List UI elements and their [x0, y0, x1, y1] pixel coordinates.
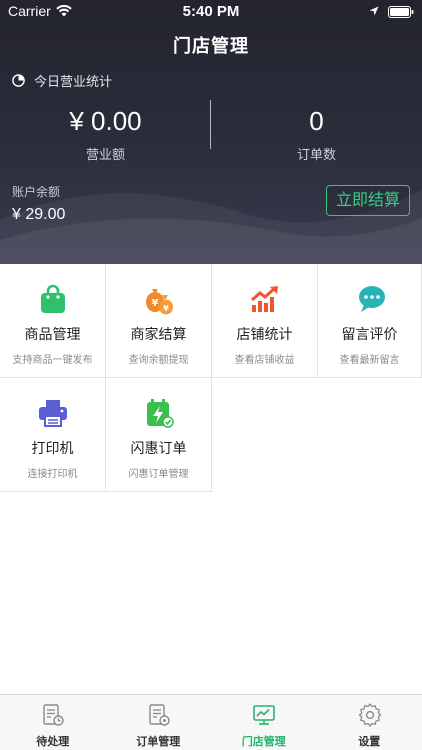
grid-item-reviews[interactable]: 留言评价 查看最新留言: [318, 264, 422, 378]
revenue-label: 营业额: [85, 148, 125, 163]
balance-label: 账户余额: [12, 185, 61, 199]
chat-bubbles-icon: [359, 286, 385, 312]
stats-heading: 今日营业统计: [12, 71, 113, 90]
grid-item-name: 闪惠订单: [130, 441, 187, 457]
grid-item-name: 店铺统计: [236, 327, 293, 343]
trend-chart-icon: [251, 286, 278, 312]
grid-item-desc: 查看最新留言: [339, 355, 400, 366]
grid-item-product-management[interactable]: 商品管理 支持商品一键发布: [0, 264, 106, 378]
grid-item-desc: 连接打印机: [27, 469, 78, 480]
grid-item-desc: 闪惠订单管理: [128, 469, 189, 480]
grid-item-merchant-settlement[interactable]: ¥ ¥ 商家结算 查询余额提现: [106, 264, 212, 378]
tab-label: 待处理: [36, 735, 70, 748]
settle-now-button[interactable]: 立即结算: [326, 185, 410, 216]
tab-store-management[interactable]: 门店管理: [211, 695, 317, 750]
tab-order-management[interactable]: 订单管理: [106, 695, 212, 750]
revenue-stat: ¥ 0.00 营业额: [0, 104, 211, 163]
pie-chart-icon: [12, 73, 25, 87]
grid-item-desc: 查询余额提现: [128, 355, 189, 366]
store-monitor-icon: [253, 705, 275, 725]
grid-item-store-statistics[interactable]: 店铺统计 查看店铺收益: [212, 264, 318, 378]
grid-item-desc: 查看店铺收益: [234, 355, 295, 366]
grid-item-flash-orders[interactable]: 闪惠订单 闪惠订单管理: [106, 378, 212, 492]
tab-label: 门店管理: [241, 735, 286, 748]
tab-label: 订单管理: [136, 735, 181, 748]
grid-item-desc: 支持商品一键发布: [12, 355, 93, 366]
status-time: 5:40 PM: [182, 3, 240, 20]
pending-document-icon: [43, 704, 64, 726]
status-bar: Carrier 5:40 PM: [0, 0, 422, 24]
tab-settings[interactable]: 设置: [317, 695, 422, 750]
settings-gear-icon: [358, 703, 381, 727]
balance-value: ¥ 29.00: [12, 206, 66, 223]
page-title: 门店管理: [173, 36, 249, 57]
store-header: Carrier 5:40 PM 门店管理 今日营业统计 ¥ 0.00 营业额 0…: [0, 0, 422, 264]
shopping-bag-icon: [41, 284, 65, 313]
orders-label: 订单数: [296, 148, 336, 163]
grid-item-printer[interactable]: 打印机 连接打印机: [0, 378, 106, 492]
svg-text:¥: ¥: [163, 304, 169, 313]
grid-item-name: 商品管理: [24, 327, 81, 343]
stats-label: 今日营业统计: [34, 74, 113, 90]
grid-item-name: 商家结算: [130, 327, 187, 343]
grid-item-name: 打印机: [31, 441, 74, 457]
tab-label: 设置: [358, 735, 381, 748]
order-document-icon: [148, 704, 170, 726]
printer-icon: [39, 400, 67, 427]
location-arrow-icon: [369, 6, 379, 16]
revenue-value: ¥ 0.00: [69, 106, 142, 136]
bottom-tab-bar: 待处理 订单管理 门店管理 设置: [0, 694, 422, 750]
orders-value: 0: [309, 106, 324, 136]
flash-calendar-icon: [147, 399, 174, 428]
battery-icon: [388, 6, 414, 18]
svg-text:¥: ¥: [152, 298, 159, 309]
tab-pending[interactable]: 待处理: [0, 695, 106, 750]
grid-item-name: 留言评价: [341, 327, 398, 343]
orders-stat: 0 订单数: [211, 104, 422, 163]
money-bags-icon: ¥ ¥: [146, 289, 173, 315]
